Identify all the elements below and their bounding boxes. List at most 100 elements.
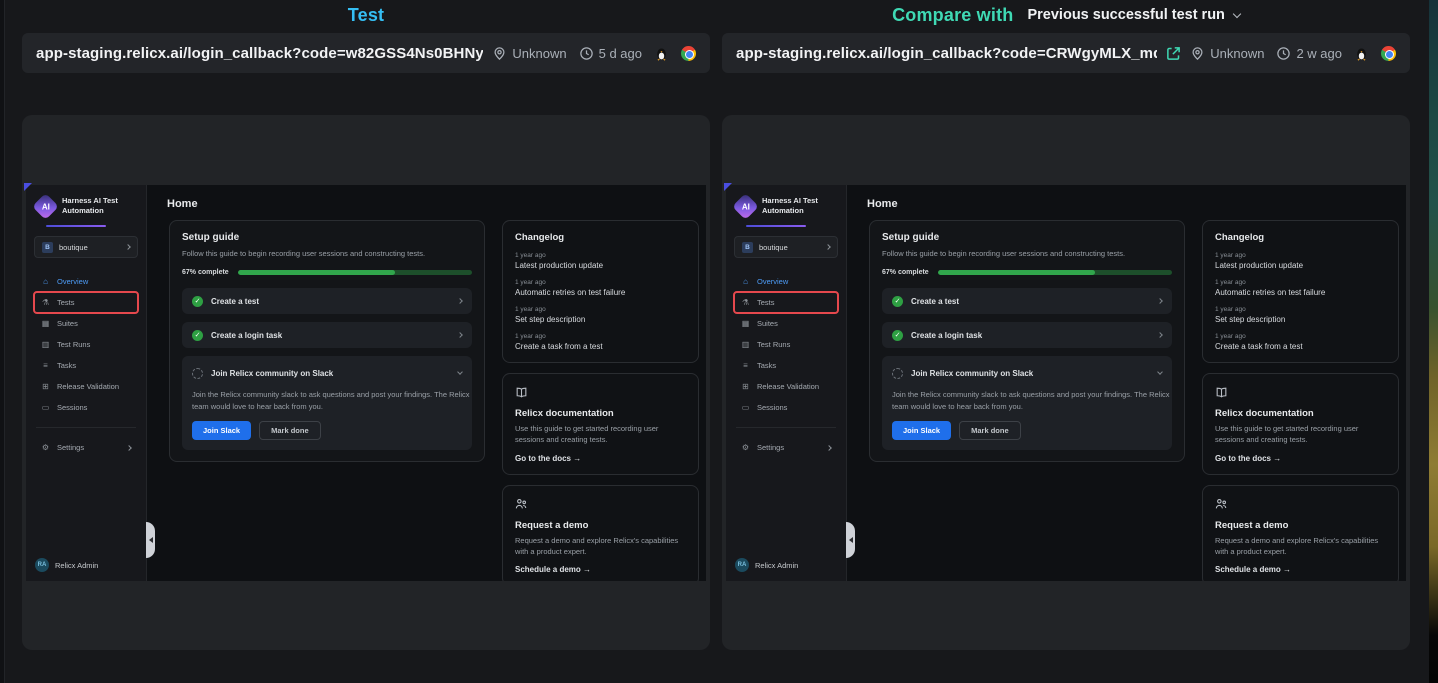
comparison-header: Test Compare with Previous successful te… (0, 0, 1438, 30)
project-badge: B (742, 242, 753, 253)
changelog-entry: 1 year ago Latest production update (515, 252, 686, 270)
check-circle-icon: ✓ (192, 330, 203, 341)
documentation-card: Relicx documentation Use this guide to g… (1202, 373, 1399, 475)
age-meta: 5 d ago (579, 46, 642, 61)
user-row: RA Relicx Admin (35, 558, 98, 572)
chevron-right-icon (125, 244, 131, 250)
test-screenshot[interactable]: AI Harness AI Test Automation B boutique… (26, 185, 706, 581)
next-item-edge[interactable] (1429, 0, 1438, 683)
changelog-card: Changelog 1 year ago Latest production u… (502, 220, 699, 363)
request-demo-card: Request a demo Request a demo and explor… (1202, 485, 1399, 582)
sidebar-item-test-runs: ▥ Test Runs (734, 334, 838, 355)
linux-tux-icon (1354, 46, 1369, 61)
setup-step-join-slack: Join Relicx community on Slack Join the … (182, 356, 472, 450)
app-main: Home Setup guide Follow this guide to be… (847, 185, 1406, 581)
check-circle-icon: ✓ (192, 296, 203, 307)
test-screenshot-panel: AI Harness AI Test Automation B boutique… (22, 115, 710, 650)
documentation-card: Relicx documentation Use this guide to g… (502, 373, 699, 475)
video-icon: ▭ (41, 403, 50, 412)
columns-icon: ▥ (41, 340, 50, 349)
columns-icon: ▥ (741, 340, 750, 349)
gear-icon: ⚙ (741, 443, 750, 452)
home-icon: ⌂ (41, 277, 50, 286)
progress-fill (238, 270, 395, 275)
baseline-selector[interactable]: Previous successful test run (1027, 7, 1239, 23)
setup-guide-card: Setup guide Follow this guide to begin r… (869, 220, 1185, 462)
progress-bar (938, 270, 1172, 275)
people-icon (515, 497, 686, 515)
check-circle-icon: ✓ (892, 296, 903, 307)
clock-icon (579, 46, 594, 61)
setup-step-join-slack: Join Relicx community on Slack Join the … (882, 356, 1172, 450)
empty-circle-icon (192, 368, 203, 379)
baseline-screenshot-panel: AI Harness AI Test Automation B boutique… (722, 115, 1410, 650)
sidebar-item-test-runs: ▥ Test Runs (34, 334, 138, 355)
location-pin-icon (492, 46, 507, 61)
setup-step-create-test: ✓ Create a test (882, 288, 1172, 314)
chrome-icon (1381, 46, 1396, 61)
sidebar-item-suites: ▦ Suites (34, 313, 138, 334)
sidebar-item-sessions: ▭ Sessions (734, 397, 838, 418)
changelog-entry: 1 year ago Create a task from a test (1215, 333, 1386, 351)
brand-name: Harness AI Test Automation (762, 195, 818, 216)
chevron-right-icon (826, 445, 832, 451)
changelog-entry: 1 year ago Create a task from a test (515, 333, 686, 351)
sidebar-item-tasks: ≡ Tasks (734, 355, 838, 376)
sidebar-item-settings: ⚙ Settings (34, 437, 138, 458)
chevron-right-icon (825, 244, 831, 250)
gear-icon: ⚙ (41, 443, 50, 452)
changelog-entry: 1 year ago Set step description (1215, 306, 1386, 324)
join-slack-button: Join Slack (192, 421, 251, 440)
setup-step-create-test: ✓ Create a test (182, 288, 472, 314)
chevron-down-icon (1157, 369, 1163, 375)
flow-icon: ⊞ (41, 382, 50, 391)
changelog-card: Changelog 1 year ago Latest production u… (1202, 220, 1399, 363)
changelog-entry: 1 year ago Automatic retries on test fai… (515, 279, 686, 297)
progress-fill (938, 270, 1095, 275)
chevron-right-icon (457, 332, 463, 338)
app-main: Home Setup guide Follow this guide to be… (147, 185, 706, 581)
sidebar-item-release-validation: ⊞ Release Validation (34, 376, 138, 397)
sidebar-item-tasks: ≡ Tasks (34, 355, 138, 376)
sidebar-nav: ⌂ Overview ⚗ Tests ▦ Suites ▥ Test Runs … (34, 271, 138, 458)
clock-icon (1276, 46, 1291, 61)
setup-progress: 67% complete (182, 269, 472, 276)
sidebar-item-release-validation: ⊞ Release Validation (734, 376, 838, 397)
sidebar-item-overview: ⌂ Overview (734, 271, 838, 292)
external-link-icon[interactable] (1166, 46, 1181, 61)
sidebar-item-tests: ⚗ Tests (734, 292, 838, 313)
setup-guide-card: Setup guide Follow this guide to begin r… (169, 220, 485, 462)
join-slack-button: Join Slack (892, 421, 951, 440)
sidebar-collapse-handle (846, 522, 855, 558)
app-sidebar: AI Harness AI Test Automation B boutique… (26, 185, 147, 581)
video-icon: ▭ (741, 403, 750, 412)
app-sidebar: AI Harness AI Test Automation B boutique… (726, 185, 847, 581)
url-text: app-staging.relicx.ai/login_callback?cod… (736, 45, 1157, 62)
setup-step-create-login-task: ✓ Create a login task (182, 322, 472, 348)
changelog-entry: 1 year ago Latest production update (1215, 252, 1386, 270)
avatar: RA (735, 558, 749, 572)
sidebar-separator (736, 427, 836, 428)
changelog-entry: 1 year ago Automatic retries on test fai… (1215, 279, 1386, 297)
linux-tux-icon (654, 46, 669, 61)
screenshot-corner-marker (724, 183, 732, 191)
sidebar-separator (36, 427, 136, 428)
page-title: Home (847, 185, 1406, 210)
baseline-screenshot[interactable]: AI Harness AI Test Automation B boutique… (726, 185, 1406, 581)
location-meta: Unknown (492, 46, 566, 61)
page-title: Home (147, 185, 706, 210)
brand-name: Harness AI Test Automation (62, 195, 118, 216)
sidebar-item-settings: ⚙ Settings (734, 437, 838, 458)
sidebar-item-tests: ⚗ Tests (34, 292, 138, 313)
project-badge: B (42, 242, 53, 253)
age-meta: 2 w ago (1276, 46, 1342, 61)
setup-step-create-login-task: ✓ Create a login task (882, 322, 1172, 348)
schedule-demo-link: Schedule a demo → (1215, 565, 1386, 574)
compare-with-label: Compare with (892, 5, 1013, 26)
flow-icon: ⊞ (741, 382, 750, 391)
chevron-down-icon (1233, 9, 1241, 17)
harness-logo-icon: AI (32, 193, 59, 220)
flask-icon: ⚗ (741, 298, 750, 307)
harness-logo-icon: AI (732, 193, 759, 220)
home-icon: ⌂ (741, 277, 750, 286)
